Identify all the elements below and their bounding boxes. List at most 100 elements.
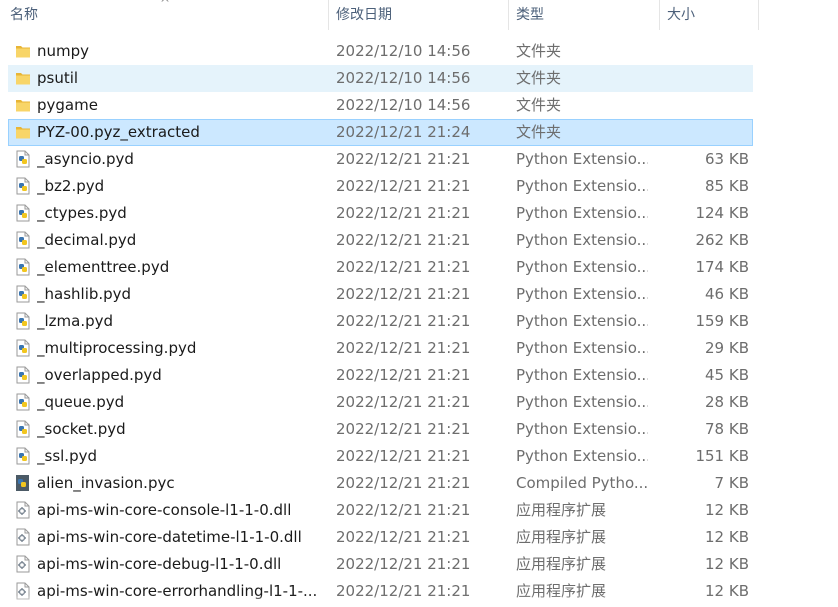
file-size (657, 120, 749, 145)
file-row[interactable]: PYZ-00.pyz_extracted 2022/12/21 21:24 文件夹 (8, 119, 753, 146)
file-type: Python Extensio... (516, 420, 648, 438)
file-name: _elementtree.pyd (37, 258, 170, 276)
file-type: 应用程序扩展 (516, 555, 607, 573)
file-row[interactable]: numpy 2022/12/10 14:56 文件夹 (8, 38, 753, 65)
file-type: 文件夹 (516, 96, 562, 114)
file-row[interactable]: _asyncio.pyd 2022/12/21 21:21 Python Exten… (8, 146, 753, 173)
column-header-size[interactable]: 大小 (667, 0, 752, 30)
file-row[interactable]: _multiprocessing.pyd 2022/12/21 21:21 Pyth… (8, 335, 753, 362)
folder-icon (14, 42, 32, 60)
dll-file-icon (14, 501, 32, 519)
file-name: api-ms-win-core-datetime-l1-1-0.dll (37, 528, 302, 546)
file-size: 29 KB (705, 339, 749, 357)
file-type: Python Extensio... (516, 231, 648, 249)
file-size: 78 KB (705, 420, 749, 438)
file-name: _socket.pyd (37, 420, 126, 438)
file-name: _ctypes.pyd (37, 204, 127, 222)
file-type: Compiled Pytho... (516, 474, 648, 492)
file-date: 2022/12/21 21:21 (336, 555, 471, 573)
file-name: _lzma.pyd (37, 312, 114, 330)
folder-icon (14, 123, 32, 141)
file-row[interactable]: _hashlib.pyd 2022/12/21 21:21 Python Exten… (8, 281, 753, 308)
file-type: Python Extensio... (516, 177, 648, 195)
folder-icon (14, 96, 32, 114)
file-date: 2022/12/21 21:21 (336, 285, 471, 303)
file-size: 46 KB (705, 285, 749, 303)
file-date: 2022/12/21 21:21 (336, 420, 471, 438)
file-size: 12 KB (705, 555, 749, 573)
file-row[interactable]: _socket.pyd 2022/12/21 21:21 Python Extens… (8, 416, 753, 443)
list-clip-edge (0, 595, 838, 607)
column-header-date[interactable]: 修改日期 (336, 0, 506, 30)
file-row[interactable]: _ctypes.pyd 2022/12/21 21:21 Python Extens… (8, 200, 753, 227)
file-type: 应用程序扩展 (516, 501, 607, 519)
file-name: numpy (37, 42, 90, 60)
dll-file-icon (14, 528, 32, 546)
file-date: 2022/12/21 21:21 (336, 177, 471, 195)
column-divider[interactable] (659, 0, 660, 30)
file-date: 2022/12/21 21:24 (336, 123, 471, 141)
file-date: 2022/12/10 14:56 (336, 96, 471, 114)
file-date: 2022/12/21 21:21 (336, 258, 471, 276)
file-type: Python Extensio... (516, 366, 648, 384)
file-row[interactable]: _decimal.pyd 2022/12/21 21:21 Python Exten… (8, 227, 753, 254)
file-row[interactable]: _elementtree.pyd 2022/12/21 21:21 Python E… (8, 254, 753, 281)
file-row[interactable]: api-ms-win-core-console-l1-1-0.dll 2022/1… (8, 497, 753, 524)
file-row[interactable]: api-ms-win-core-datetime-l1-1-0.dll 2022/… (8, 524, 753, 551)
file-name: _ssl.pyd (37, 447, 97, 465)
file-name: PYZ-00.pyz_extracted (37, 123, 200, 141)
file-type: Python Extensio... (516, 204, 648, 222)
python-file-icon (14, 447, 32, 465)
file-type: Python Extensio... (516, 447, 648, 465)
dll-file-icon (14, 555, 32, 573)
file-row[interactable]: _queue.pyd 2022/12/21 21:21 Python Extensi… (8, 389, 753, 416)
file-row[interactable]: _ssl.pyd 2022/12/21 21:21 Python Extensio.… (8, 443, 753, 470)
file-size: 45 KB (705, 366, 749, 384)
window-edge (818, 0, 838, 607)
file-size: 159 KB (695, 312, 749, 330)
file-date: 2022/12/10 14:56 (336, 69, 471, 87)
file-size: 174 KB (695, 258, 749, 276)
column-divider[interactable] (758, 0, 759, 30)
python-file-icon (14, 150, 32, 168)
file-row[interactable]: _bz2.pyd 2022/12/21 21:21 Python Extensio.… (8, 173, 753, 200)
file-name: _decimal.pyd (37, 231, 137, 249)
file-name: pygame (37, 96, 98, 114)
file-size (657, 66, 749, 91)
file-date: 2022/12/21 21:21 (336, 231, 471, 249)
file-date: 2022/12/10 14:56 (336, 42, 471, 60)
python-file-icon (14, 312, 32, 330)
compiled-python-icon (14, 474, 32, 492)
file-type: Python Extensio... (516, 258, 648, 276)
file-name: api-ms-win-core-debug-l1-1-0.dll (37, 555, 282, 573)
file-type: 文件夹 (516, 123, 562, 141)
file-row[interactable]: pygame 2022/12/10 14:56 文件夹 (8, 92, 753, 119)
column-header-bar: 名称 ^ 修改日期 类型 大小 (0, 0, 838, 30)
file-row[interactable]: _overlapped.pyd 2022/12/21 21:21 Python Ex… (8, 362, 753, 389)
file-date: 2022/12/21 21:21 (336, 474, 471, 492)
file-date: 2022/12/21 21:21 (336, 339, 471, 357)
file-row[interactable]: _lzma.pyd 2022/12/21 21:21 Python Extensio… (8, 308, 753, 335)
file-name: _queue.pyd (37, 393, 125, 411)
file-name: _multiprocessing.pyd (37, 339, 197, 357)
file-row[interactable]: alien_invasion.pyc 2022/12/21 21:21 Compil… (8, 470, 753, 497)
file-type: 应用程序扩展 (516, 528, 607, 546)
file-name: _hashlib.pyd (37, 285, 132, 303)
file-date: 2022/12/21 21:21 (336, 312, 471, 330)
file-name: alien_invasion.pyc (37, 474, 175, 492)
column-header-type[interactable]: 类型 (516, 0, 656, 30)
column-divider[interactable] (508, 0, 509, 30)
file-row[interactable]: psutil 2022/12/10 14:56 文件夹 (8, 65, 753, 92)
file-size: 124 KB (695, 204, 749, 222)
file-date: 2022/12/21 21:21 (336, 447, 471, 465)
file-size: 28 KB (705, 393, 749, 411)
file-date: 2022/12/21 21:21 (336, 528, 471, 546)
python-file-icon (14, 231, 32, 249)
file-row[interactable]: api-ms-win-core-debug-l1-1-0.dll 2022/12/… (8, 551, 753, 578)
python-file-icon (14, 177, 32, 195)
file-name: _bz2.pyd (37, 177, 105, 195)
column-divider[interactable] (328, 0, 329, 30)
file-type: 文件夹 (516, 69, 562, 87)
file-size (657, 93, 749, 118)
python-file-icon (14, 339, 32, 357)
